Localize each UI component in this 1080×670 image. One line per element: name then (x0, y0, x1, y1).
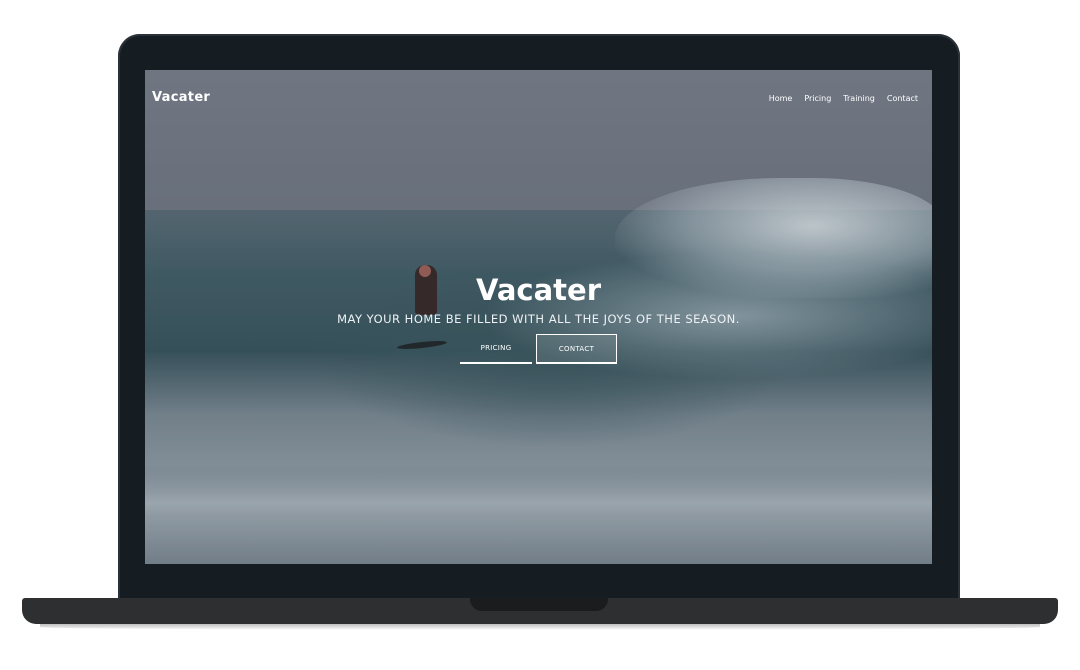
site-logo[interactable]: Vacater (152, 90, 210, 105)
pricing-button[interactable]: PRICING (460, 334, 532, 364)
main-nav: Home Pricing Training Contact (769, 94, 918, 103)
nav-item-home[interactable]: Home (769, 94, 793, 103)
nav-item-contact[interactable]: Contact (887, 94, 918, 103)
nav-item-pricing[interactable]: Pricing (804, 94, 831, 103)
nav-item-training[interactable]: Training (843, 94, 875, 103)
laptop-screen: Vacater Home Pricing Training Contact Va… (145, 70, 932, 564)
hero-title: Vacater (475, 273, 602, 307)
laptop-mockup: Vacater Home Pricing Training Contact Va… (0, 0, 1080, 670)
contact-button[interactable]: CONTACT (536, 334, 617, 364)
laptop-notch (470, 598, 608, 611)
hero-buttons: PRICING CONTACT (145, 334, 932, 364)
hero-tagline: MAY YOUR HOME BE FILLED WITH ALL THE JOY… (337, 312, 740, 326)
hero-section: Vacater MAY YOUR HOME BE FILLED WITH ALL… (145, 272, 932, 364)
laptop-shadow (40, 624, 1040, 630)
